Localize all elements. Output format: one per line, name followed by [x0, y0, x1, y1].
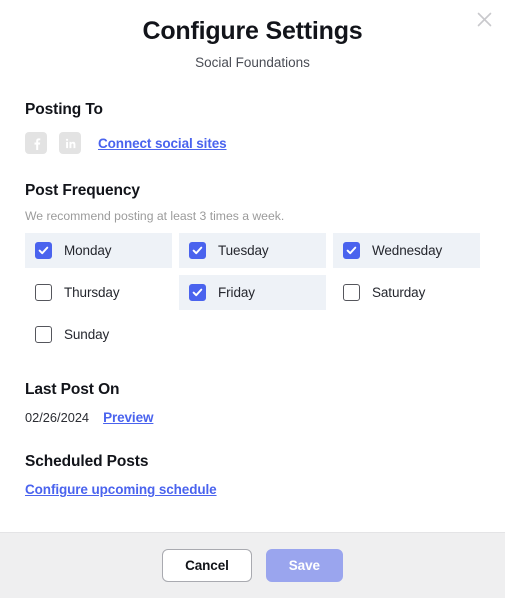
- checkbox-thursday[interactable]: [35, 284, 52, 302]
- connect-social-sites-link[interactable]: Connect social sites: [98, 136, 227, 151]
- day-cell-friday[interactable]: Friday: [179, 275, 326, 311]
- posting-to-section: Posting To Connect social sites: [25, 101, 480, 155]
- scheduled-posts-section: Scheduled Posts Configure upcoming sched…: [25, 453, 480, 499]
- last-post-date: 02/26/2024: [25, 410, 90, 426]
- post-frequency-heading: Post Frequency: [25, 182, 140, 200]
- day-label-thursday: Thursday: [64, 285, 120, 301]
- dialog-footer: Cancel Save: [0, 532, 505, 598]
- day-label-sunday: Sunday: [64, 327, 110, 343]
- posting-to-heading: Posting To: [25, 101, 103, 119]
- linkedin-icon[interactable]: [59, 132, 81, 155]
- day-cell-tuesday[interactable]: Tuesday: [179, 233, 326, 269]
- last-post-on-row: 02/26/2024 Preview: [25, 410, 480, 425]
- checkbox-saturday[interactable]: [343, 284, 360, 302]
- configure-upcoming-schedule-link[interactable]: Configure upcoming schedule: [25, 482, 217, 497]
- checkbox-monday[interactable]: [35, 242, 52, 260]
- checkbox-friday[interactable]: [189, 284, 206, 302]
- days-checkbox-grid: Monday Tuesday Wednesday Thursday Friday…: [25, 233, 480, 352]
- configure-settings-dialog: Configure Settings Social Foundations Po…: [0, 0, 505, 598]
- post-frequency-section: Post Frequency We recommend posting at l…: [25, 182, 480, 352]
- day-label-friday: Friday: [218, 285, 255, 301]
- page-title: Configure Settings: [142, 17, 363, 45]
- dialog-subtitle: Social Foundations: [195, 55, 310, 71]
- scheduled-posts-heading: Scheduled Posts: [25, 453, 149, 471]
- last-post-on-section: Last Post On 02/26/2024 Preview: [25, 381, 480, 425]
- day-cell-saturday[interactable]: Saturday: [333, 275, 480, 310]
- checkbox-sunday[interactable]: [35, 326, 52, 344]
- last-post-on-heading: Last Post On: [25, 381, 120, 399]
- checkbox-tuesday[interactable]: [189, 242, 206, 260]
- cancel-button[interactable]: Cancel: [162, 549, 252, 582]
- preview-link[interactable]: Preview: [103, 410, 153, 425]
- checkbox-wednesday[interactable]: [343, 242, 360, 260]
- day-label-monday: Monday: [64, 243, 112, 259]
- day-cell-thursday[interactable]: Thursday: [25, 275, 172, 310]
- day-label-tuesday: Tuesday: [218, 243, 269, 259]
- dialog-body: Posting To Connect social sites Post Fre…: [0, 101, 505, 499]
- day-cell-wednesday[interactable]: Wednesday: [333, 233, 480, 269]
- close-icon[interactable]: [471, 6, 497, 32]
- dialog-header: Configure Settings Social Foundations: [0, 0, 505, 71]
- post-frequency-note: We recommend posting at least 3 times a …: [25, 209, 285, 224]
- day-label-wednesday: Wednesday: [372, 243, 443, 259]
- save-button[interactable]: Save: [265, 549, 343, 582]
- day-cell-sunday[interactable]: Sunday: [25, 317, 172, 352]
- social-accounts-row: Connect social sites: [25, 132, 480, 155]
- day-cell-monday[interactable]: Monday: [25, 233, 172, 269]
- facebook-icon[interactable]: [25, 132, 47, 155]
- day-label-saturday: Saturday: [372, 285, 426, 301]
